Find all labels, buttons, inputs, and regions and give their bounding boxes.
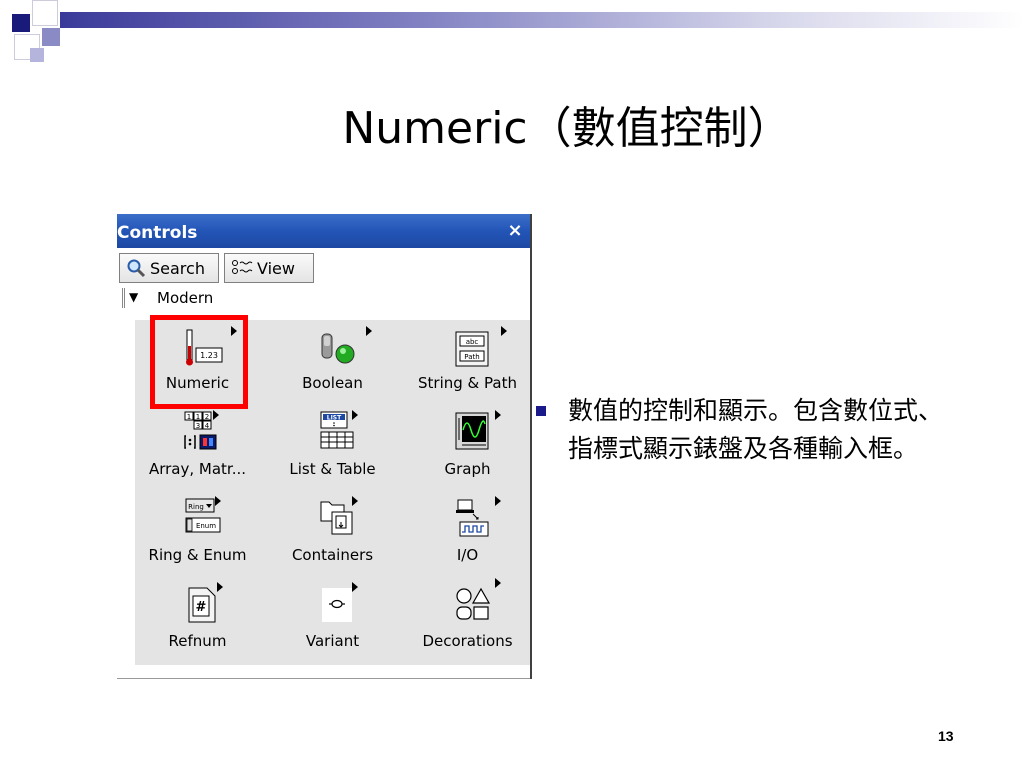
array-digit: 4 (205, 422, 210, 430)
bullet-square-icon (536, 406, 546, 416)
submenu-arrow-icon (495, 578, 501, 588)
decorations-icon (456, 587, 491, 620)
close-button[interactable]: × (506, 222, 524, 240)
decoration-square (32, 0, 58, 26)
array-digit: 1 (196, 413, 200, 421)
palette-item-label: Boolean (302, 374, 363, 392)
list-tag-text: LIST (327, 415, 342, 422)
enum-tag-text: Enum (196, 522, 216, 530)
string-icon-text: abc (466, 338, 479, 346)
palette-item-label: I/O (456, 546, 479, 564)
palette-item-label: Refnum (168, 632, 227, 650)
palette-item-label: Decorations (422, 632, 513, 650)
palette-item-label: Containers (291, 546, 374, 564)
palette-item-string-path[interactable]: abc Path String & Path (405, 320, 530, 406)
submenu-arrow-icon (215, 496, 221, 506)
palette-title: Controls (117, 223, 198, 243)
bullet-text: 數值的控制和顯示。包含數位式、指標式顯示錶盤及各種輸入框。 (568, 396, 944, 463)
submenu-arrow-icon (495, 410, 501, 420)
boolean-icon (321, 333, 355, 364)
palette-bottom-edge (117, 678, 530, 679)
submenu-arrow-icon (352, 582, 358, 592)
search-button[interactable]: Search (119, 253, 219, 283)
palette-item-label: List & Table (289, 460, 376, 478)
io-icon (456, 499, 489, 537)
submenu-arrow-icon (366, 326, 372, 336)
palette-item-label: Array, Matr... (148, 460, 247, 478)
decoration-square (30, 48, 44, 62)
path-icon-text: Path (464, 353, 479, 361)
palette-item-decorations[interactable]: Decorations (405, 578, 530, 664)
page-number: 13 (938, 728, 954, 744)
submenu-arrow-icon (352, 496, 358, 506)
palette-item-label: Graph (444, 460, 491, 478)
palette-item-containers[interactable]: Containers (270, 492, 395, 578)
palette-item-label: String & Path (418, 374, 517, 392)
array-digit: 1 (187, 413, 191, 421)
controls-palette: Controls × Search View ▼ Modern 1.23 Num… (117, 214, 532, 679)
palette-item-list-table[interactable]: LIST List & Table (270, 406, 395, 492)
palette-item-boolean[interactable]: Boolean (270, 320, 395, 406)
decoration-square (42, 28, 60, 46)
view-options-icon (232, 260, 253, 274)
palette-item-array-matrix[interactable]: 1 1 2 3 4 Array, Matr... (135, 406, 260, 492)
submenu-arrow-icon (213, 410, 219, 420)
search-icon (127, 259, 146, 278)
palette-item-ring-enum[interactable]: Ring Enum Ring & Enum (135, 492, 260, 578)
refnum-glyph: # (196, 600, 207, 615)
palette-item-io[interactable]: I/O (405, 492, 530, 578)
category-header-modern[interactable]: ▼ Modern (117, 286, 530, 310)
string-path-icon: abc Path (455, 331, 489, 367)
drag-grip-icon[interactable] (122, 288, 125, 308)
palette-titlebar[interactable]: Controls × (117, 214, 530, 248)
palette-item-label: Ring & Enum (148, 546, 247, 564)
ring-tag-text: Ring (188, 503, 204, 511)
palette-item-refnum[interactable]: # Refnum (135, 578, 260, 664)
submenu-arrow-icon (501, 326, 507, 336)
submenu-arrow-icon (217, 582, 223, 592)
category-label: Modern (157, 289, 214, 307)
palette-item-label: Variant (305, 632, 360, 650)
graph-icon (455, 412, 489, 450)
decoration-square (12, 14, 30, 32)
view-button[interactable]: View (224, 253, 314, 283)
decoration-gradient-band (60, 12, 1024, 28)
view-button-label: View (257, 258, 295, 278)
array-digit: 2 (205, 413, 209, 421)
palette-item-graph[interactable]: Graph (405, 406, 530, 492)
array-digit: 3 (196, 422, 200, 430)
palette-item-variant[interactable]: Variant (270, 578, 395, 664)
collapse-triangle-icon[interactable]: ▼ (129, 290, 138, 304)
numeric-highlight-box (150, 315, 248, 409)
submenu-arrow-icon (495, 496, 501, 506)
slide-title: Numeric（數值控制） (342, 103, 792, 154)
submenu-arrow-icon (352, 410, 358, 420)
search-button-label: Search (150, 258, 205, 278)
